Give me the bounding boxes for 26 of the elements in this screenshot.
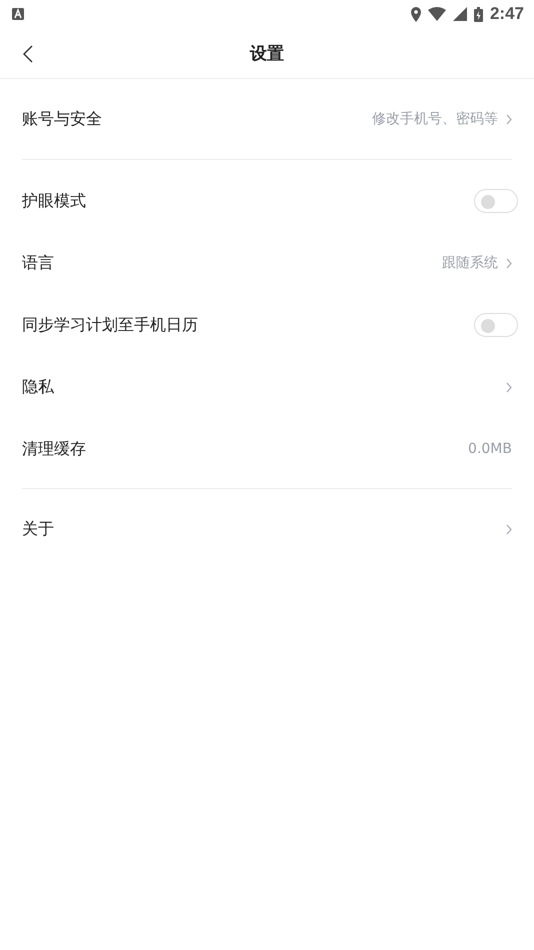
setting-label: 账号与安全 — [22, 108, 102, 130]
setting-label: 护眼模式 — [22, 190, 86, 212]
page-title: 设置 — [250, 42, 284, 64]
chevron-icon — [506, 382, 512, 392]
settings-link[interactable] — [506, 524, 512, 534]
status-time: 2:47 — [490, 4, 524, 24]
toggle-switch[interactable] — [474, 313, 518, 337]
back-icon[interactable] — [23, 45, 33, 63]
chevron-icon — [506, 524, 512, 534]
toggle-switch[interactable] — [474, 189, 518, 213]
cache-size: 0.0MB — [468, 441, 512, 457]
setting-label: 关于 — [22, 518, 54, 540]
setting-label: 语言 — [22, 252, 54, 274]
setting-label: 同步学习计划至手机日历 — [22, 314, 198, 336]
setting-value: 跟随系统 — [442, 254, 498, 272]
setting-label: 隐私 — [22, 376, 54, 398]
location-icon — [410, 6, 421, 22]
signal-icon — [452, 7, 467, 21]
chevron-icon — [506, 258, 512, 268]
app-icon — [12, 8, 24, 20]
wifi-icon — [428, 7, 446, 21]
settings-link[interactable]: 跟随系统 — [442, 254, 512, 272]
battery-icon — [474, 6, 483, 22]
settings-link[interactable] — [506, 382, 512, 392]
setting-label: 清理缓存 — [22, 438, 86, 460]
chevron-icon — [506, 114, 512, 124]
